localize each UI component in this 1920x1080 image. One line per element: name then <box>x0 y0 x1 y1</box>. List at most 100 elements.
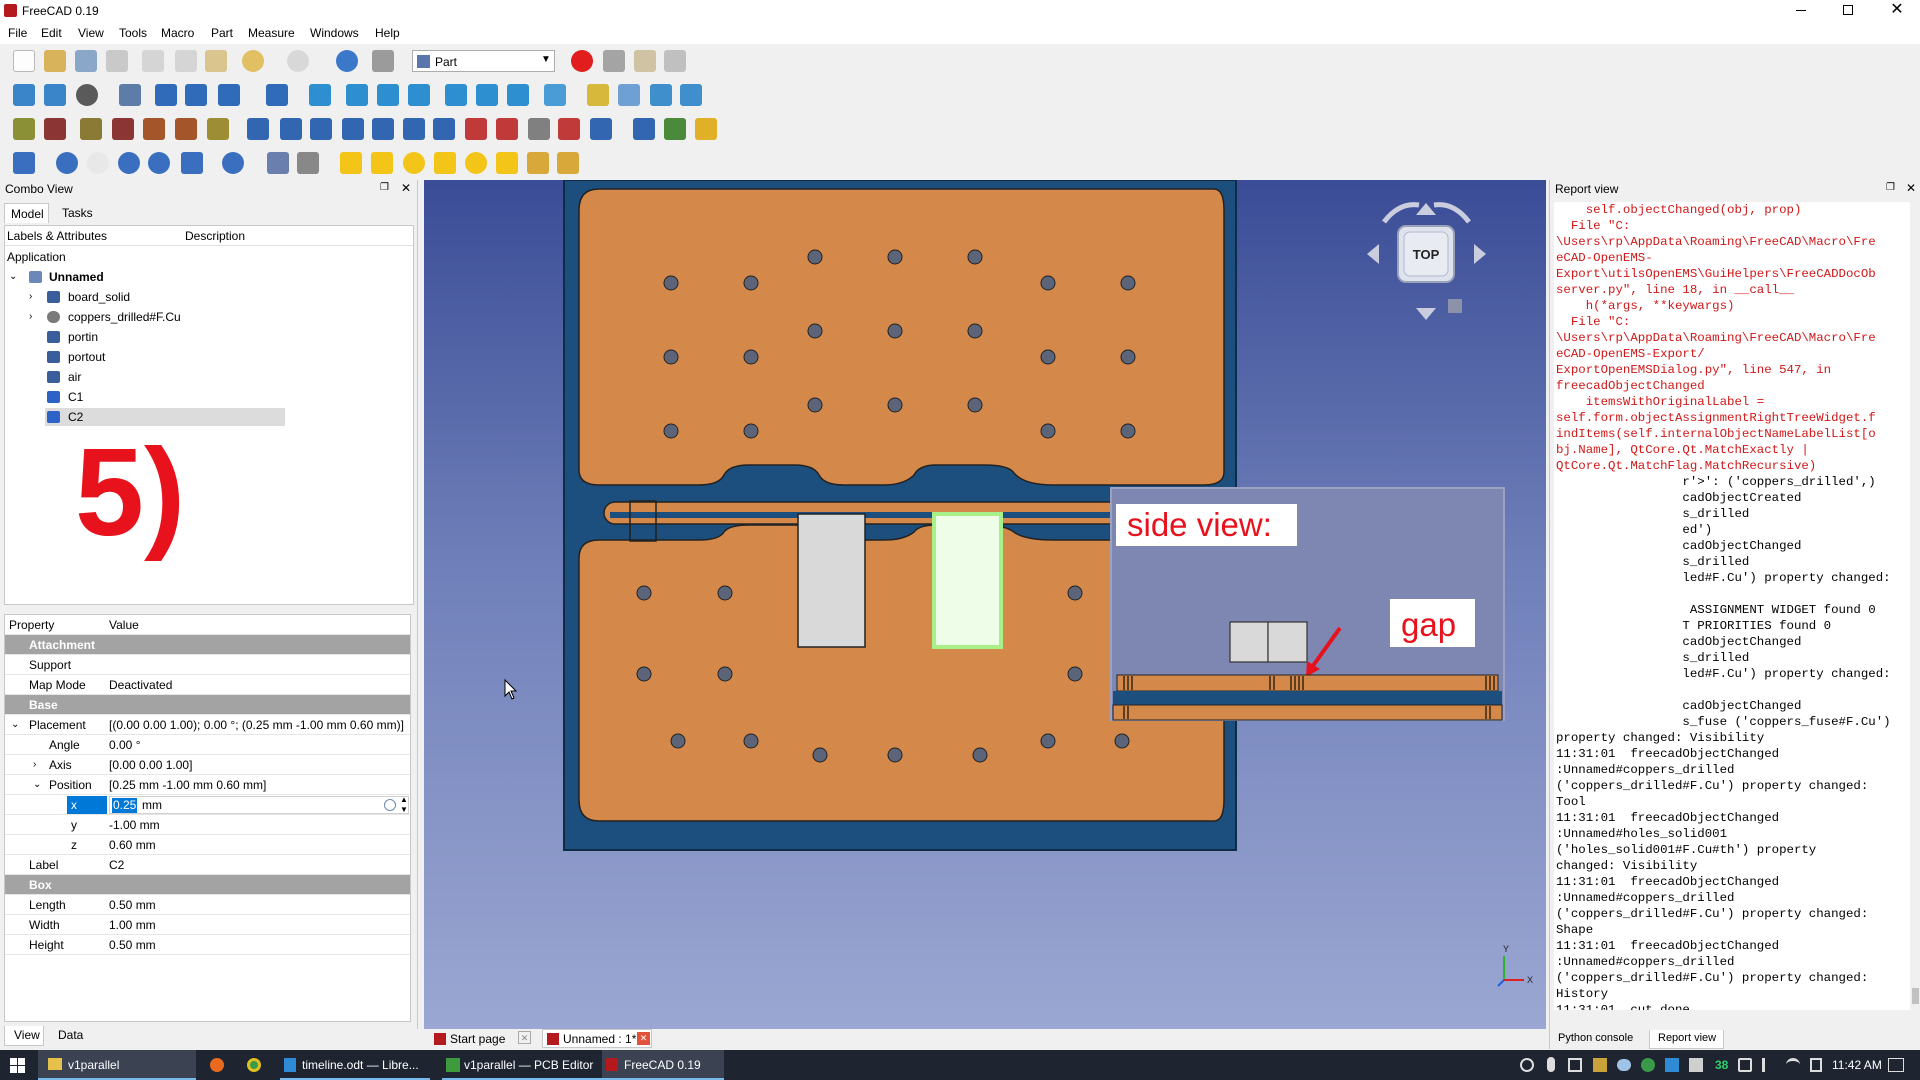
property-value[interactable]: 1.00 mm <box>109 915 156 935</box>
float-icon[interactable]: ❐ <box>380 182 389 193</box>
minimize-icon[interactable] <box>1796 10 1806 11</box>
report-log[interactable]: self.objectChanged(obj, prop) File "C: \U… <box>1554 202 1910 1010</box>
explode-compound-icon[interactable] <box>80 118 102 140</box>
extrude-icon[interactable] <box>247 118 269 140</box>
property-value[interactable]: 0.60 mm <box>109 835 156 855</box>
isometric-icon[interactable] <box>309 84 331 106</box>
primitives-icon[interactable] <box>297 152 319 174</box>
thickness-icon[interactable] <box>633 118 655 140</box>
close-icon[interactable]: ✕ <box>1906 181 1916 195</box>
usb-icon[interactable] <box>1689 1058 1703 1072</box>
top-view-icon[interactable] <box>377 84 399 106</box>
menu-macro[interactable]: Macro <box>161 26 194 40</box>
back-arrow-icon[interactable] <box>155 84 177 106</box>
fit-selection-icon[interactable] <box>44 84 66 106</box>
property-row-y[interactable]: y -1.00 mm <box>5 815 410 835</box>
front-view-icon[interactable] <box>346 84 368 106</box>
property-row-length[interactable]: Length 0.50 mm <box>5 895 410 915</box>
undo-icon[interactable] <box>242 50 264 72</box>
fuse-icon[interactable] <box>118 152 140 174</box>
clock[interactable]: 11:42 AM <box>1832 1050 1882 1080</box>
property-header-name[interactable]: Property <box>9 615 54 635</box>
wifi-icon[interactable] <box>1786 1058 1800 1072</box>
cloud-icon[interactable] <box>1617 1059 1631 1071</box>
forward-arrow-icon[interactable] <box>185 84 207 106</box>
sync-view-icon[interactable] <box>218 84 240 106</box>
tree-item-unnamed[interactable]: ⌄ Unnamed <box>5 268 405 286</box>
close-icon[interactable]: ✕ <box>518 1031 531 1044</box>
revolve-icon[interactable] <box>280 118 302 140</box>
paste-icon[interactable] <box>205 50 227 72</box>
check-geometry-icon[interactable] <box>13 118 35 140</box>
link-actions-icon[interactable] <box>680 84 702 106</box>
tree-header-labels[interactable]: Labels & Attributes <box>7 229 107 243</box>
tree-item-air[interactable]: air <box>5 368 405 386</box>
property-row-placement[interactable]: ⌄ Placement [(0.00 0.00 1.00); 0.00 °; (0… <box>5 715 410 735</box>
tab-data[interactable]: Data <box>58 1028 83 1042</box>
sweep-icon[interactable] <box>496 118 518 140</box>
measure-distance-icon[interactable] <box>544 84 566 106</box>
taskbar-item-pcb-editor[interactable]: v1parallel — PCB Editor <box>442 1050 602 1080</box>
cylinder-icon[interactable] <box>371 152 393 174</box>
property-group-base[interactable]: Base <box>5 695 410 715</box>
cross-sections-icon[interactable] <box>558 118 580 140</box>
workbench-selector[interactable]: Part ▼ <box>412 50 555 72</box>
cut-icon[interactable] <box>142 50 164 72</box>
slice-apart-icon[interactable] <box>175 118 197 140</box>
scrollbar-thumb[interactable] <box>1912 988 1919 1004</box>
nav-arrow-down-icon[interactable] <box>1416 308 1436 320</box>
property-row-x[interactable]: x 0.25 mm ▲ ▼ <box>5 795 410 815</box>
left-view-icon[interactable] <box>507 84 529 106</box>
notifications-icon[interactable] <box>1888 1058 1904 1072</box>
chevron-down-icon[interactable]: ⌄ <box>33 775 41 795</box>
edit-macro-icon[interactable] <box>634 50 656 72</box>
tab-model[interactable]: Model <box>4 203 49 223</box>
tab-view[interactable]: View <box>4 1026 44 1046</box>
chevron-right-icon[interactable]: › <box>29 288 32 306</box>
menu-file[interactable]: File <box>8 26 27 40</box>
restore-icon[interactable] <box>1843 5 1853 15</box>
property-value[interactable]: [(0.00 0.00 1.00); 0.00 °; (0.25 mm -1.0… <box>109 715 404 735</box>
taskbar-item-libreoffice[interactable]: timeline.odt — Libre... <box>280 1050 430 1080</box>
tab-report-view[interactable]: Report view <box>1649 1030 1724 1049</box>
property-value[interactable]: Deactivated <box>109 675 172 695</box>
tree-header-description[interactable]: Description <box>185 229 245 243</box>
menu-part[interactable]: Part <box>211 26 233 40</box>
cut-boolean-icon[interactable] <box>87 152 109 174</box>
close-icon[interactable]: ✕ <box>1889 0 1905 20</box>
tab-python-console[interactable]: Python console <box>1558 1032 1633 1044</box>
spin-up-icon[interactable]: ▲ <box>400 795 408 804</box>
stop-macro-icon[interactable] <box>603 50 625 72</box>
boolean-fragments-icon[interactable] <box>143 118 165 140</box>
x-value-editor[interactable]: 0.25 mm ▲ ▼ <box>109 795 409 814</box>
chamfer-icon[interactable] <box>372 118 394 140</box>
join-features-icon[interactable] <box>181 152 203 174</box>
nav-arrow-left-icon[interactable] <box>1367 244 1379 264</box>
tray-screen-icon[interactable] <box>1568 1058 1582 1072</box>
cone-icon[interactable] <box>434 152 456 174</box>
property-row-angle[interactable]: Angle 0.00 ° <box>5 735 410 755</box>
menu-tools[interactable]: Tools <box>119 26 147 40</box>
new-icon[interactable] <box>13 50 35 72</box>
nav-rotate-right-icon[interactable] <box>1433 202 1471 224</box>
redo-icon[interactable] <box>287 50 309 72</box>
run-macro-icon[interactable] <box>664 50 686 72</box>
windows-start-icon[interactable] <box>10 1058 25 1073</box>
boolean-icon[interactable] <box>56 152 78 174</box>
common-icon[interactable] <box>148 152 170 174</box>
chrome-tray-icon[interactable] <box>1641 1058 1655 1072</box>
x-value-input[interactable]: 0.25 <box>112 798 138 813</box>
property-value[interactable]: 0.50 mm <box>109 895 156 915</box>
draw-style-icon[interactable] <box>76 84 98 106</box>
bounding-box-icon[interactable] <box>119 84 141 106</box>
print-icon[interactable] <box>106 50 128 72</box>
create-part-icon[interactable] <box>587 84 609 106</box>
tab-tasks[interactable]: Tasks <box>62 206 93 220</box>
menu-edit[interactable]: Edit <box>41 26 62 40</box>
cube-icon[interactable] <box>340 152 362 174</box>
shape-builder-icon[interactable] <box>267 152 289 174</box>
property-value[interactable]: -1.00 mm <box>109 815 160 835</box>
nav-cube-label[interactable]: TOP <box>1413 247 1440 262</box>
tree-item-board-solid[interactable]: › board_solid <box>5 288 405 306</box>
property-group-attachment[interactable]: Attachment <box>5 635 410 655</box>
